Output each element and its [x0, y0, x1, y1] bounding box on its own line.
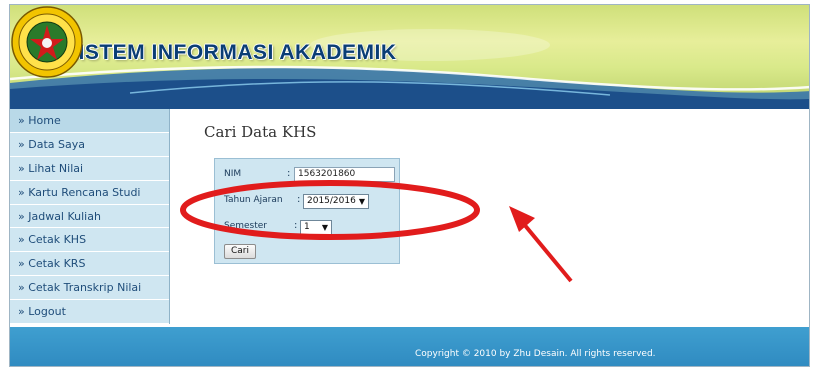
- sidebar-item-kartu-rencana-studi[interactable]: » Kartu Rencana Studi: [10, 181, 169, 205]
- page-title: Cari Data KHS: [204, 123, 317, 141]
- sidebar-item-cetak-transkrip-nilai[interactable]: » Cetak Transkrip Nilai: [10, 276, 169, 301]
- sidebar-item-cetak-krs[interactable]: » Cetak KRS: [10, 252, 169, 277]
- sidebar-nav: » Home » Data Saya » Lihat Nilai » Kartu…: [10, 109, 170, 325]
- tahun-ajaran-value: 2015/2016: [307, 196, 356, 206]
- search-khs-form: NIM : 1563201860 Tahun Ajaran : 2015/201…: [214, 158, 400, 264]
- sidebar-item-cetak-khs[interactable]: » Cetak KHS: [10, 228, 169, 253]
- nim-input[interactable]: 1563201860: [294, 167, 395, 182]
- footer: Copyright © 2010 by Zhu Desain. All righ…: [10, 327, 809, 366]
- semester-colon: :: [294, 220, 298, 231]
- page-frame: SISTEM INFORMASI AKADEMIK » Home » Data …: [9, 4, 810, 367]
- tahun-ajaran-colon: :: [297, 194, 301, 205]
- copyright-text: Copyright © 2010 by Zhu Desain. All righ…: [415, 349, 656, 359]
- header-banner: SISTEM INFORMASI AKADEMIK: [10, 5, 809, 109]
- tahun-ajaran-label: Tahun Ajaran: [224, 195, 283, 205]
- annotation-arrow-line: [521, 221, 573, 283]
- dropdown-arrow-icon: ▼: [321, 223, 328, 232]
- nim-label: NIM: [224, 169, 242, 179]
- nim-colon: :: [287, 168, 291, 179]
- semester-label: Semester: [224, 221, 268, 231]
- site-title: SISTEM INFORMASI AKADEMIK: [64, 41, 397, 64]
- university-seal-logo: [11, 6, 83, 78]
- semester-select[interactable]: 1 ▼: [300, 220, 332, 235]
- sidebar-item-logout[interactable]: » Logout: [10, 300, 169, 325]
- sidebar-item-data-saya[interactable]: » Data Saya: [10, 133, 169, 157]
- sidebar-item-home[interactable]: » Home: [10, 109, 169, 133]
- cari-button[interactable]: Cari: [224, 244, 256, 259]
- annotation-arrowhead: [509, 206, 535, 232]
- sidebar-item-lihat-nilai[interactable]: » Lihat Nilai: [10, 157, 169, 181]
- semester-value: 1: [304, 222, 310, 232]
- tahun-ajaran-select[interactable]: 2015/2016 ▼: [303, 194, 369, 209]
- sidebar-item-jadwal-kuliah[interactable]: » Jadwal Kuliah: [10, 205, 169, 229]
- dropdown-arrow-icon: ▼: [358, 197, 365, 206]
